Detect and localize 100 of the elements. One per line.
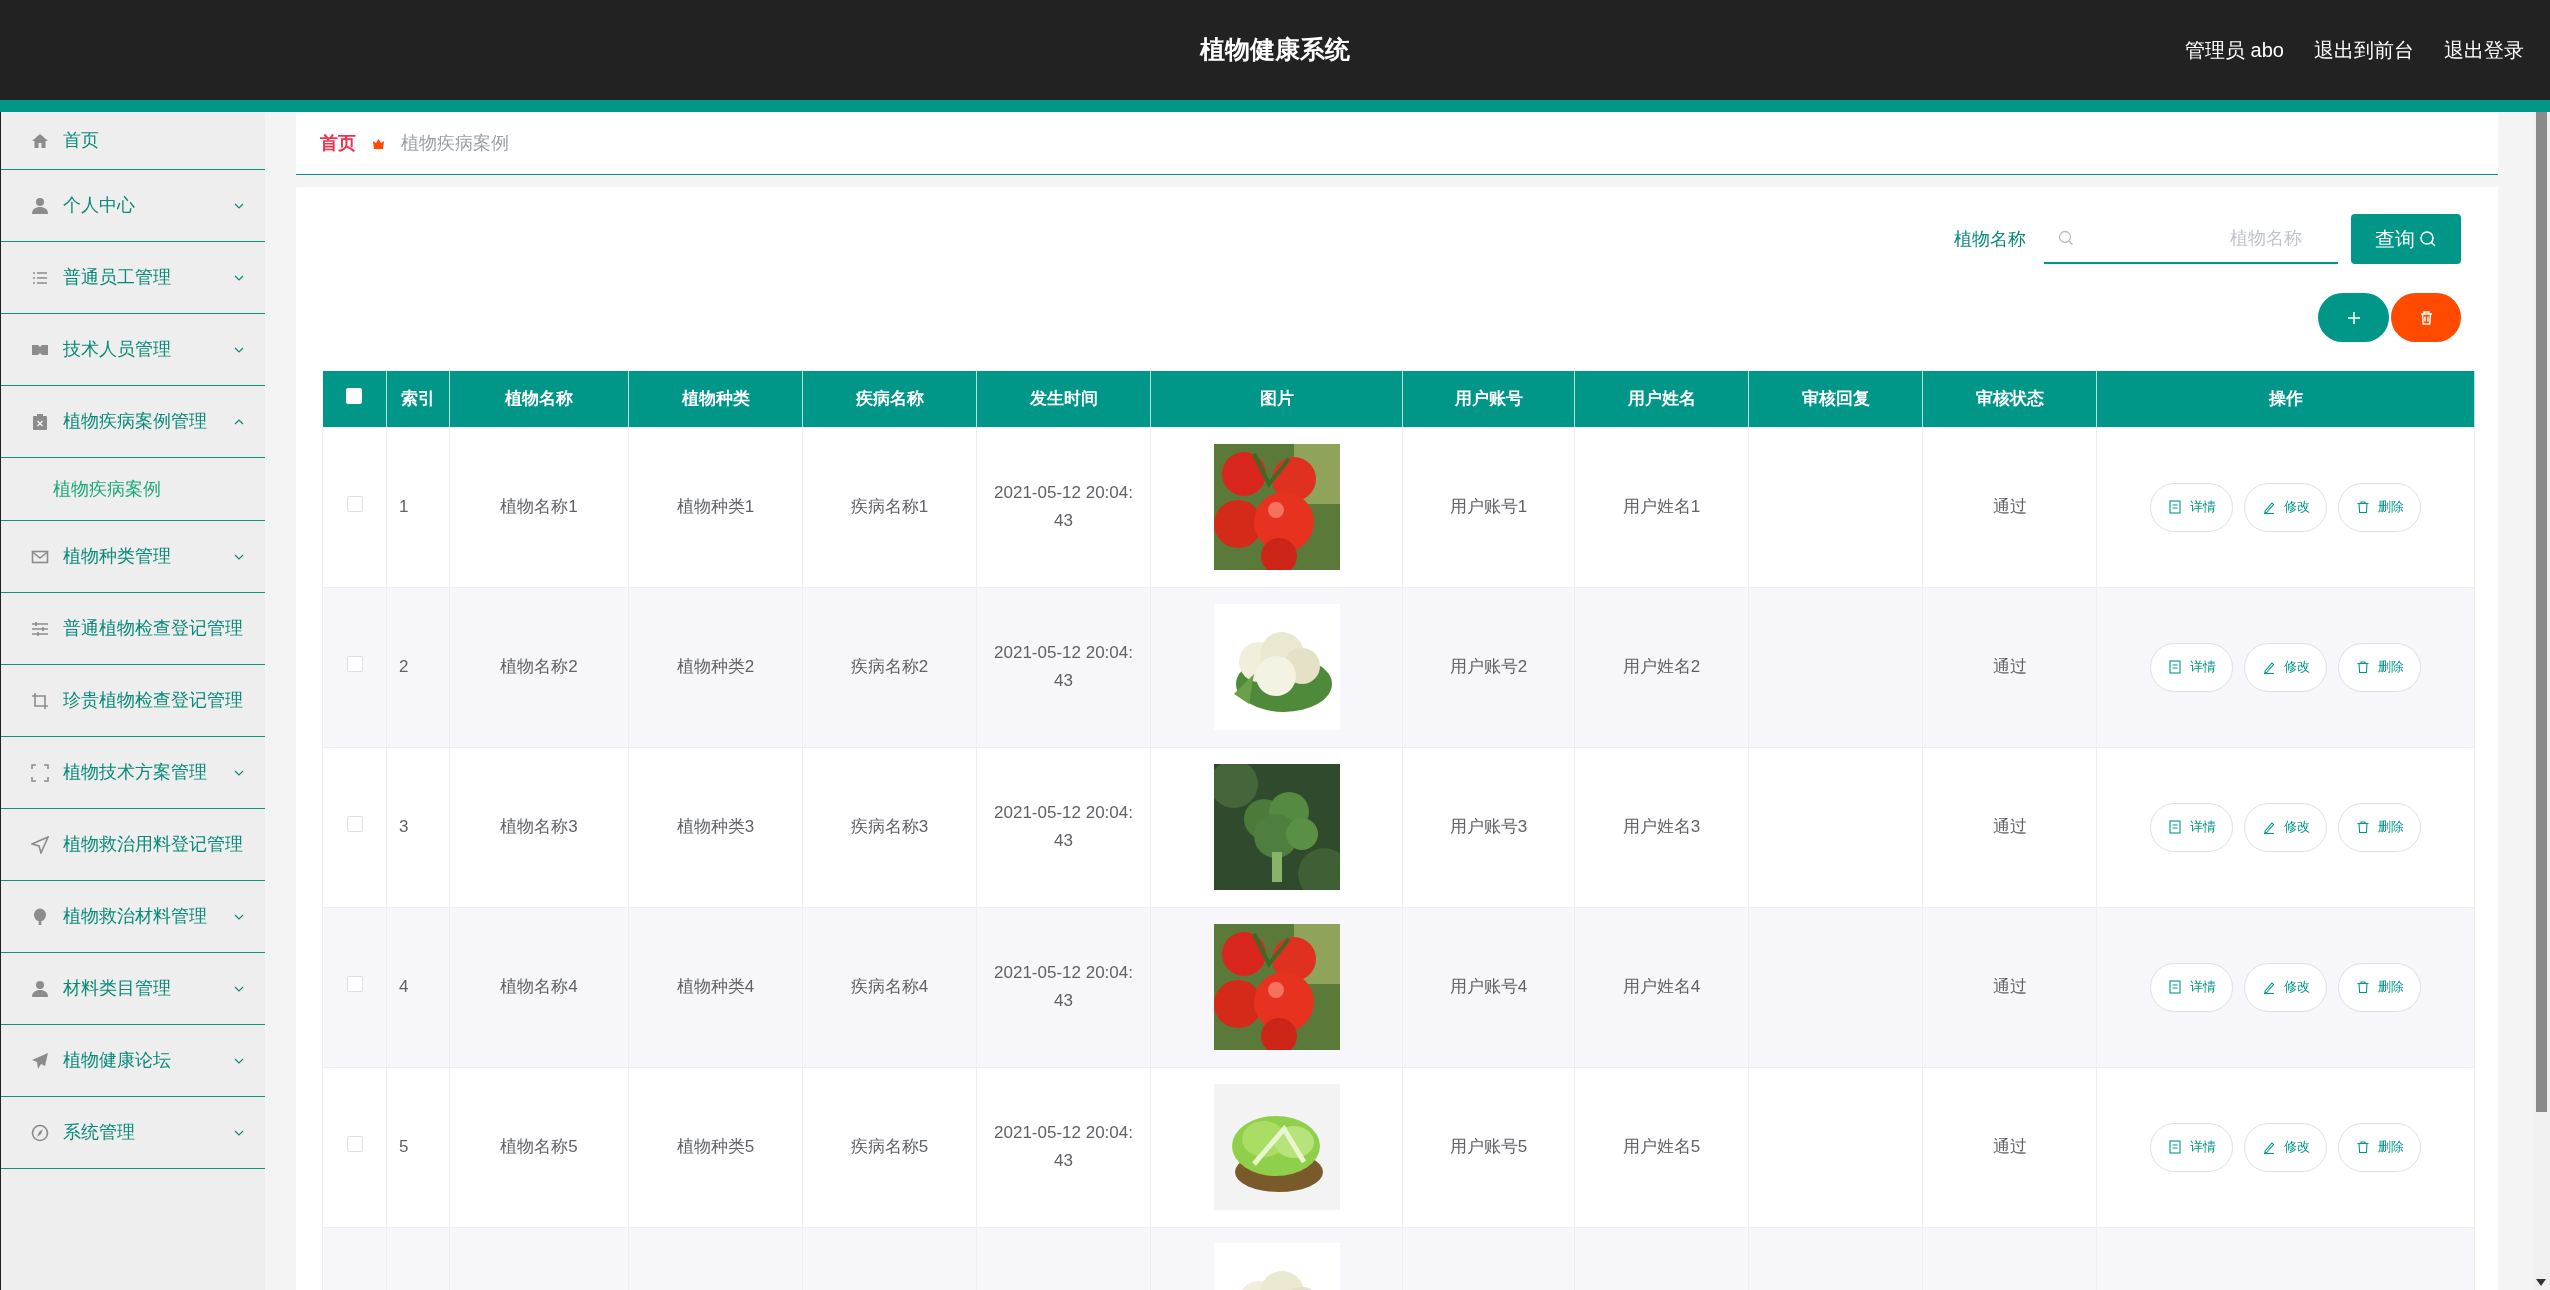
table-cell: 用户姓名2 bbox=[1622, 657, 1701, 677]
action-button[interactable]: 删除 bbox=[2338, 802, 2421, 852]
field-label: 植物名称 bbox=[1954, 227, 2026, 251]
column-header: 图片 bbox=[1150, 371, 1403, 427]
user-icon bbox=[31, 979, 49, 998]
table-cell: 植物种类3 bbox=[676, 817, 755, 837]
table-cell: 通过 bbox=[1992, 977, 2027, 997]
submenu-item[interactable]: 植物疾病案例 bbox=[1, 458, 265, 521]
table-cell: 1 bbox=[399, 497, 409, 517]
action-button[interactable]: 详情 bbox=[2150, 642, 2233, 692]
pencil-icon bbox=[2261, 980, 2276, 994]
action-button[interactable]: 删除 bbox=[2338, 1122, 2421, 1172]
table-cell: 用户姓名5 bbox=[1622, 1137, 1701, 1157]
table-cell: 植物种类2 bbox=[676, 657, 755, 677]
column-header: 审核回复 bbox=[1748, 371, 1923, 427]
sidebar-item[interactable]: 系统管理 bbox=[1, 1097, 265, 1169]
sidebar-item[interactable]: 植物救治材料管理 bbox=[1, 881, 265, 953]
column-header: 发生时间 bbox=[976, 371, 1151, 427]
column-header: 索引 bbox=[386, 371, 450, 427]
header-link[interactable]: 退出登录 bbox=[2444, 35, 2524, 65]
header-link[interactable]: 退出到前台 bbox=[2314, 35, 2414, 65]
compass-icon bbox=[31, 1123, 49, 1142]
document-icon bbox=[2167, 820, 2182, 834]
row-checkbox[interactable] bbox=[346, 656, 363, 673]
table-cell: 用户账号1 bbox=[1449, 497, 1528, 517]
document-icon bbox=[2167, 980, 2182, 994]
table-cell: 植物名称3 bbox=[500, 817, 578, 837]
paper-plane-icon bbox=[31, 1051, 49, 1070]
row-checkbox[interactable] bbox=[346, 1136, 363, 1153]
balloon-icon bbox=[31, 907, 49, 926]
sidebar-item[interactable]: 普通员工管理 bbox=[1, 242, 265, 314]
document-icon bbox=[2167, 660, 2182, 674]
table-cell: 通过 bbox=[1992, 657, 2027, 677]
action-button[interactable]: 详情 bbox=[2150, 1122, 2233, 1172]
table-cell: 通过 bbox=[1992, 817, 2027, 837]
table-cell: 用户账号5 bbox=[1449, 1137, 1528, 1157]
frame-corners-icon bbox=[31, 763, 49, 782]
add-button[interactable] bbox=[2318, 293, 2389, 342]
scrollbar[interactable] bbox=[2533, 112, 2550, 1290]
table-cell-text: 2021-05-12 20:04:43 bbox=[993, 802, 1134, 852]
table-cell: 2 bbox=[399, 657, 409, 677]
action-button[interactable]: 修改 bbox=[2244, 1122, 2327, 1172]
sidebar-item[interactable]: 材料类目管理 bbox=[1, 953, 265, 1025]
table-cell: 植物名称4 bbox=[500, 977, 578, 997]
action-button[interactable]: 详情 bbox=[2150, 802, 2233, 852]
table-cell-text: 2021-05-12 20:04:43 bbox=[993, 1122, 1134, 1172]
document-icon bbox=[2167, 500, 2182, 514]
sidebar-item[interactable]: 植物健康论坛 bbox=[1, 1025, 265, 1097]
table-cell: 用户账号3 bbox=[1449, 817, 1528, 837]
table-cell: 通过 bbox=[1992, 1137, 2027, 1157]
row-checkbox[interactable] bbox=[346, 976, 363, 993]
sidebar-item[interactable]: 个人中心 bbox=[1, 170, 265, 242]
action-button[interactable]: 详情 bbox=[2150, 962, 2233, 1012]
table-cell: 植物名称1 bbox=[500, 497, 578, 517]
row-checkbox[interactable] bbox=[346, 816, 363, 833]
trash-icon bbox=[2355, 500, 2370, 514]
sliders-icon bbox=[31, 619, 49, 638]
row-checkbox[interactable] bbox=[346, 496, 363, 513]
pencil-icon bbox=[2261, 660, 2276, 674]
action-button[interactable]: 修改 bbox=[2244, 642, 2327, 692]
action-button[interactable]: 删除 bbox=[2338, 482, 2421, 532]
table-cell: 疾病名称4 bbox=[850, 977, 929, 997]
table-cell: 植物名称5 bbox=[500, 1137, 578, 1157]
breadcrumb-link[interactable]: 首页 bbox=[320, 129, 356, 157]
action-button[interactable]: 修改 bbox=[2244, 802, 2327, 852]
sidebar-item[interactable]: 普通植物检查登记管理 bbox=[1, 593, 265, 665]
column-header: 用户账号 bbox=[1402, 371, 1575, 427]
column-header: 用户姓名 bbox=[1574, 371, 1749, 427]
sidebar-item[interactable]: 植物疾病案例管理 bbox=[1, 386, 265, 458]
sidebar-item[interactable]: 植物技术方案管理 bbox=[1, 737, 265, 809]
table-cell: 植物名称2 bbox=[500, 657, 578, 677]
sidebar-item[interactable]: 植物救治用料登记管理 bbox=[1, 809, 265, 881]
sidebar-item[interactable]: 植物种类管理 bbox=[1, 521, 265, 593]
breadcrumb-current: 植物疾病案例 bbox=[401, 131, 509, 155]
sidebar-item[interactable]: 珍贵植物检查登记管理 bbox=[1, 665, 265, 737]
table-cell-text: 2021-05-12 20:04:43 bbox=[993, 642, 1134, 692]
column-header: 植物名称 bbox=[449, 371, 629, 427]
pencil-icon bbox=[2261, 500, 2276, 514]
query-button[interactable]: 查询 bbox=[2351, 214, 2461, 264]
delete-button[interactable] bbox=[2391, 293, 2461, 342]
select-all-checkbox[interactable] bbox=[346, 387, 363, 404]
column-header: 操作 bbox=[2096, 371, 2475, 427]
sidebar-item[interactable]: 技术人员管理 bbox=[1, 314, 265, 386]
table-cell: 疾病名称5 bbox=[850, 1137, 929, 1157]
action-button[interactable]: 修改 bbox=[2244, 962, 2327, 1012]
sidebar-item[interactable]: 首页 bbox=[1, 112, 265, 170]
column-header: 植物种类 bbox=[628, 371, 803, 427]
table-cell: 用户账号2 bbox=[1449, 657, 1528, 677]
trash-icon bbox=[2355, 820, 2370, 834]
crop-icon bbox=[31, 691, 49, 710]
trash-icon bbox=[2355, 660, 2370, 674]
action-button[interactable]: 修改 bbox=[2244, 482, 2327, 532]
action-button[interactable]: 删除 bbox=[2338, 962, 2421, 1012]
table-cell: 植物种类1 bbox=[676, 497, 755, 517]
table-cell: 4 bbox=[399, 977, 409, 997]
search-field[interactable]: 植物名称 bbox=[2074, 224, 2302, 252]
action-button[interactable]: 详情 bbox=[2150, 482, 2233, 532]
header-link[interactable]: 管理员 abo bbox=[2185, 35, 2284, 65]
action-button[interactable]: 删除 bbox=[2338, 642, 2421, 692]
trash-icon bbox=[2419, 310, 2433, 325]
